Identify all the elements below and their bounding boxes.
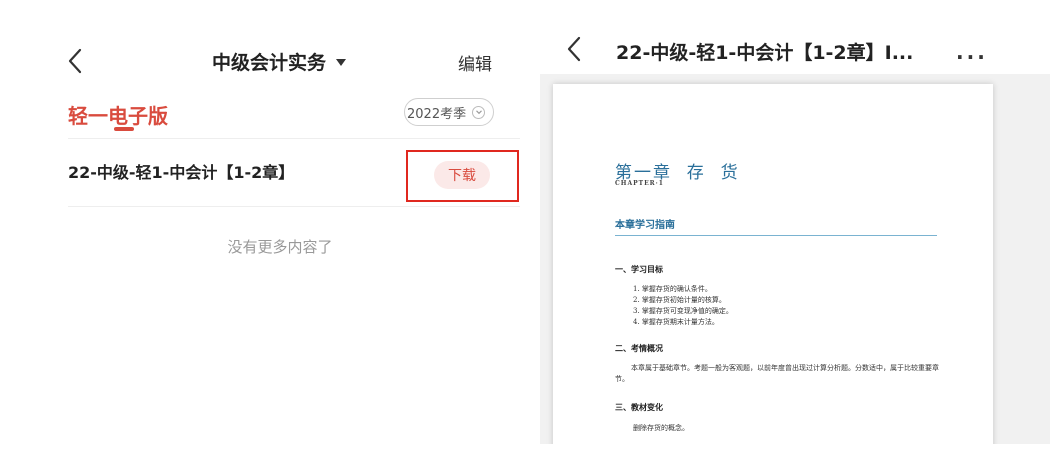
section-heading: 三、教材变化: [615, 402, 663, 412]
chevron-left-icon: [567, 36, 581, 62]
list-item: 2. 掌握存货初始计量的核算。: [633, 296, 726, 304]
course-selector[interactable]: 中级会计实务: [212, 48, 347, 75]
download-button[interactable]: 下载: [434, 161, 490, 189]
caret-down-icon: [336, 59, 347, 66]
edit-button[interactable]: 编辑: [458, 50, 492, 75]
season-selector[interactable]: 2022考季: [404, 98, 495, 126]
empty-list-message: 没有更多内容了: [227, 238, 333, 256]
chapter-subtitle: CHAPTER·1: [615, 180, 664, 187]
tab-light-ebook[interactable]: 轻一电子版: [68, 100, 168, 129]
document-title: 22-中级-轻1-中会计【1-2章】I...: [616, 42, 914, 64]
document-viewer-panel: 22-中级-轻1-中会计【1-2章】I... ... 第一章 存 货 CHAPT…: [540, 0, 1050, 474]
section-heading: 二、考情概况: [615, 343, 663, 353]
tab-active-indicator: [114, 127, 134, 131]
heading-rule: [615, 235, 937, 236]
study-guide-heading: 本章学习指南: [615, 220, 675, 231]
list-item: 4. 掌握存货期末计量方法。: [633, 318, 719, 326]
season-label: 2022考季: [407, 106, 467, 122]
list-item: 1. 掌握存货的确认条件。: [633, 285, 712, 293]
chevron-left-icon: [68, 48, 82, 74]
pdf-viewer[interactable]: 第一章 存 货 CHAPTER·1 本章学习指南 一、学习目标 1. 掌握存货的…: [540, 74, 1050, 444]
course-list-panel: 中级会计实务 编辑 轻一电子版 2022考季 22-中级-轻1-中会计【1-2章…: [0, 0, 540, 474]
divider: [68, 138, 520, 139]
page-title: 中级会计实务: [212, 52, 327, 74]
paragraph: 本章属于基础章节。考题一般为客观题，以前年度曾出现过计算分析题。分数适中，属于比…: [615, 364, 939, 383]
back-button[interactable]: [62, 44, 92, 78]
list-item: 删除存货的概念。: [633, 424, 689, 432]
chevron-down-icon: [472, 105, 486, 119]
more-options-button[interactable]: ...: [956, 40, 988, 64]
back-button[interactable]: [560, 34, 590, 64]
section-heading: 一、学习目标: [615, 264, 663, 274]
pdf-page: 第一章 存 货 CHAPTER·1 本章学习指南 一、学习目标 1. 掌握存货的…: [553, 84, 993, 444]
list-item: 3. 掌握存货可变现净值的确定。: [633, 307, 733, 315]
divider: [68, 206, 520, 207]
book-title[interactable]: 22-中级-轻1-中会计【1-2章】: [68, 159, 294, 183]
